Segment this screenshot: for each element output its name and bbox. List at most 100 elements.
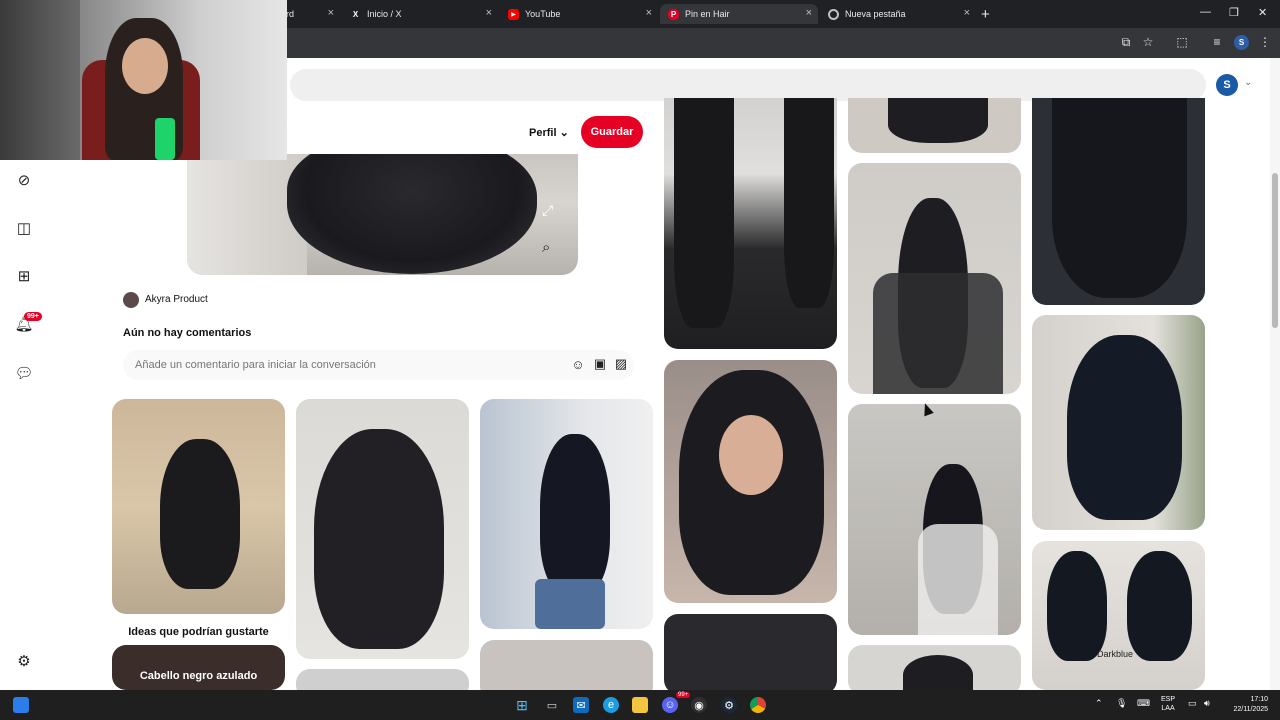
close-tab-icon[interactable]: × — [646, 7, 652, 19]
image-upload-icon[interactable]: ▨ — [613, 356, 629, 372]
tile-hair — [314, 429, 444, 649]
user-avatar[interactable]: S — [1216, 74, 1238, 96]
pin-tile[interactable] — [296, 399, 469, 659]
tray-overflow-icon[interactable]: ⌃ — [1095, 698, 1103, 709]
tile-caption: Darkblue — [1097, 649, 1134, 659]
obs-icon[interactable]: ◉ — [691, 697, 707, 713]
webcam-background-window — [0, 0, 80, 160]
keyboard-icon[interactable]: ⌨ — [1137, 698, 1150, 709]
comment-input[interactable]: Añade un comentario para iniciar la conv… — [123, 350, 634, 380]
tile-hair — [160, 439, 240, 589]
image-hair — [287, 154, 537, 274]
chrome-icon[interactable] — [750, 697, 766, 713]
more-menu-icon[interactable]: ⋮ — [1257, 35, 1273, 49]
pin-tile[interactable] — [848, 98, 1021, 153]
tile-jeans — [535, 579, 605, 629]
x-icon: X — [352, 9, 359, 19]
scroll-thumb[interactable] — [1272, 173, 1278, 328]
webcam-face — [122, 38, 168, 94]
pin-tile[interactable]: Cabello negro azulado — [112, 645, 285, 690]
page-scrollbar[interactable] — [1270, 58, 1280, 690]
tab-discord[interactable]: rd × — [278, 4, 340, 24]
pin-tile[interactable] — [848, 645, 1021, 690]
youtube-icon: ▶ — [508, 8, 519, 20]
tile-hair — [1047, 551, 1107, 661]
cast-icon[interactable]: ⧉ — [1118, 35, 1134, 50]
task-view-icon[interactable]: ▭ — [544, 697, 560, 713]
pin-tile[interactable] — [664, 614, 837, 690]
outlook-icon[interactable]: ✉ — [573, 697, 589, 713]
chrome-icon — [828, 8, 839, 20]
screen: { "browser": { "tabs": [ {"title": "rd",… — [0, 0, 1280, 720]
chevron-down-icon[interactable]: ⌄ — [1244, 77, 1252, 88]
tab-youtube[interactable]: ▶ YouTube × — [500, 4, 658, 24]
close-tab-icon[interactable]: × — [806, 7, 812, 19]
tile-shirt — [918, 524, 998, 635]
pin-tile[interactable] — [296, 669, 469, 690]
extensions-icon[interactable]: ⬚ — [1174, 35, 1190, 49]
pin-tile[interactable] — [664, 98, 837, 349]
tile-hair — [784, 98, 834, 308]
volume-icon[interactable]: 🔊︎ — [1204, 698, 1210, 709]
explore-icon[interactable]: ⊘ — [14, 170, 34, 190]
search-input[interactable] — [290, 69, 1206, 101]
messages-icon[interactable]: 💬︎ — [14, 363, 34, 383]
pin-tile[interactable] — [664, 360, 837, 603]
webcam-microphone — [155, 118, 175, 160]
comments-heading: Aún no hay comentarios — [123, 327, 252, 339]
widgets-icon[interactable] — [13, 697, 29, 713]
pin-tile[interactable]: Darkblue — [1032, 541, 1205, 690]
system-clock[interactable]: 17:10 22/11/2025 — [1224, 695, 1268, 715]
visual-search-icon[interactable]: ⌕ — [542, 239, 550, 256]
create-icon[interactable]: ⊞ — [14, 266, 34, 286]
new-tab-button[interactable]: + — [981, 6, 990, 23]
tile-hair — [1127, 551, 1192, 661]
pin-tile[interactable] — [480, 640, 653, 690]
discord-icon[interactable]: ☺ — [662, 697, 678, 713]
pin-tile[interactable] — [480, 399, 653, 629]
close-tab-icon[interactable]: × — [328, 7, 334, 19]
boards-icon[interactable]: ◫ — [14, 218, 34, 238]
pin-tile[interactable] — [112, 399, 285, 614]
close-window-icon[interactable]: ✕ — [1258, 6, 1267, 19]
sticker-icon[interactable]: ▣ — [592, 356, 608, 372]
microphone-icon[interactable]: 🎙︎ — [1116, 698, 1127, 709]
pin-tile[interactable] — [848, 163, 1021, 394]
tab-nueva-pestana[interactable]: Nueva pestaña × — [820, 4, 976, 24]
network-icon[interactable]: ▭ — [1188, 698, 1197, 709]
windows-taskbar: ⊞ ▭ ✉ e ☺ 99+ ◉ ⚙ ⌃ 🎙︎ ⌨ ESP LAA ▭ 🔊︎ 17… — [0, 690, 1280, 720]
comment-placeholder: Añade un comentario para iniciar la conv… — [135, 359, 376, 371]
restore-icon[interactable]: ❐ — [1229, 6, 1239, 19]
webcam-overlay — [0, 0, 287, 160]
language-indicator[interactable]: ESP LAA — [1161, 695, 1175, 713]
author-name[interactable]: Akyra Product — [145, 294, 208, 305]
tile-hair — [674, 98, 734, 328]
start-icon[interactable]: ⊞ — [514, 697, 530, 713]
steam-icon[interactable]: ⚙ — [721, 697, 737, 713]
pin-tile[interactable] — [848, 404, 1021, 635]
close-tab-icon[interactable]: × — [486, 7, 492, 19]
tile-hair — [903, 655, 973, 690]
tile-jacket — [873, 273, 1003, 394]
close-tab-icon[interactable]: × — [964, 7, 970, 19]
pin-tile[interactable] — [1032, 98, 1205, 305]
file-explorer-icon[interactable] — [632, 697, 648, 713]
emoji-icon[interactable]: ☺ — [570, 356, 586, 372]
pin-tile[interactable] — [1032, 315, 1205, 530]
browser-profile-avatar[interactable]: S — [1234, 35, 1249, 50]
tile-face — [719, 415, 783, 495]
author-avatar[interactable] — [123, 292, 139, 308]
expand-icon[interactable]: ⤢ — [542, 202, 553, 219]
reading-list-icon[interactable]: ≡ — [1209, 35, 1225, 49]
pin-image[interactable]: ⤢ ⌕ — [187, 154, 578, 275]
tab-x[interactable]: X Inicio / X × — [342, 4, 498, 24]
tile-hair — [1067, 335, 1182, 520]
edge-icon[interactable]: e — [603, 697, 619, 713]
discord-badge: 99+ — [676, 692, 691, 698]
tab-pin-en-hair[interactable]: P Pin en Hair × — [660, 4, 818, 24]
ideas-heading: Ideas que podrían gustarte — [128, 626, 269, 638]
settings-icon[interactable]: ⚙ — [14, 651, 34, 671]
bookmark-star-icon[interactable]: ☆ — [1140, 35, 1156, 49]
tile-hair — [1052, 98, 1187, 298]
minimize-icon[interactable]: — — [1200, 6, 1211, 18]
